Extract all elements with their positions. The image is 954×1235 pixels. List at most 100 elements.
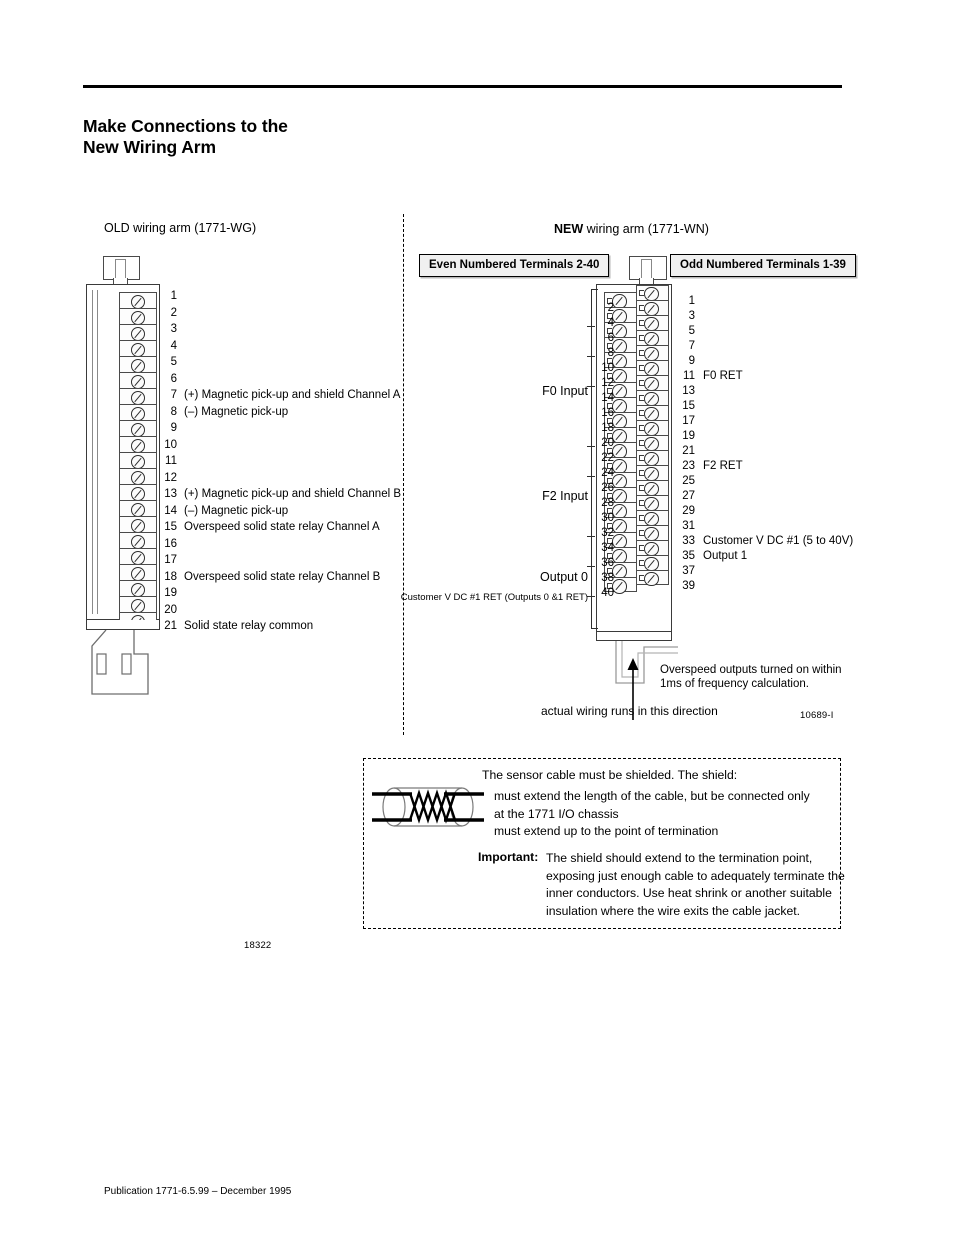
wire-clamp-icon — [638, 560, 644, 566]
terminal-number: 15 — [164, 521, 177, 533]
old-arm-terminal — [119, 420, 157, 437]
page-title-line2: New Wiring Arm — [83, 137, 216, 157]
wire-clamp-icon — [638, 485, 644, 491]
old-arm-terminal-list: 1 2 3 4 5 6 7 (+) Magnetic pick-up and shield C… — [160, 288, 401, 635]
terminal-label: F0 RET — [703, 370, 743, 382]
screw-icon — [131, 310, 145, 325]
wire-clamp-icon — [638, 335, 644, 341]
terminal-number: 1 — [688, 295, 695, 307]
old-arm-terminal-row: 6 — [160, 371, 401, 388]
screw-icon — [131, 454, 145, 469]
even-terminal-number: 28 — [601, 497, 614, 509]
terminal-number: 27 — [682, 490, 695, 502]
terminal-label: (–) Magnetic pick-up — [184, 405, 289, 418]
terminal-label: F2 RET — [703, 460, 743, 472]
note-bullet-list: must extend the length of the cable, but… — [494, 788, 810, 841]
screw-icon — [131, 326, 145, 341]
terminal-number: 12 — [164, 471, 177, 484]
terminal-number: 19 — [682, 430, 695, 442]
screw-icon — [131, 342, 145, 357]
wire-clamp-icon — [638, 305, 644, 311]
terminal-number: 2 — [170, 306, 177, 319]
terminal-number: 17 — [682, 415, 695, 427]
old-arm-terminal-row: 15 Overspeed solid state relay Channel A — [160, 519, 401, 536]
odd-terminal-row: 25 — [678, 474, 853, 489]
terminal-number: 6 — [170, 372, 177, 385]
note-important-line: inner conductors. Use heat shrink or ano… — [546, 886, 832, 900]
even-terminal-number: 30 — [601, 512, 614, 524]
wire-clamp-icon — [638, 455, 644, 461]
terminal-number: 5 — [688, 325, 695, 337]
terminal-number: 21 — [164, 620, 177, 632]
new-arm-odd-terminal — [636, 434, 669, 451]
terminal-label: (+) Magnetic pick-up and shield Channel … — [184, 488, 402, 500]
terminal-number: 3 — [170, 323, 177, 335]
odd-terminals-header: Odd Numbered Terminals 1-39 — [670, 254, 856, 277]
old-arm-cable-tail — [86, 630, 149, 695]
new-arm-odd-terminal — [636, 344, 669, 361]
terminal-number: 25 — [682, 475, 695, 487]
even-terminal-number: 6 — [607, 332, 614, 344]
old-arm-terminal-row: 3 — [160, 321, 401, 338]
terminal-number: 7 — [688, 340, 695, 352]
new-arm-odd-terminal — [636, 299, 669, 316]
even-terminal-number: 32 — [601, 527, 614, 539]
wire-clamp-icon — [638, 440, 644, 446]
terminal-label: Overspeed solid state relay Channel A — [184, 521, 380, 533]
odd-terminal-row: 29 — [678, 504, 853, 519]
wire-clamp-icon — [638, 380, 644, 386]
wire-clamp-icon — [638, 500, 644, 506]
new-arm-odd-terminal — [636, 359, 669, 376]
terminal-number: 7 — [170, 389, 177, 401]
terminal-number: 3 — [688, 310, 695, 322]
odd-terminal-row: 17 — [678, 414, 853, 429]
terminal-number: 37 — [682, 565, 695, 577]
odd-terminal-row: 31 — [678, 519, 853, 534]
wire-clamp-icon — [638, 350, 644, 356]
old-arm-terminal — [119, 516, 157, 533]
wire-clamp-icon — [638, 365, 644, 371]
old-arm-terminal — [119, 580, 157, 597]
odd-terminal-row: 19 — [678, 429, 853, 444]
terminal-number: 18 — [164, 570, 177, 583]
even-terminal-number: 20 — [601, 437, 614, 449]
even-terminal-number: 18 — [601, 422, 614, 434]
terminal-number: 5 — [170, 356, 177, 368]
old-arm-terminal-row: 7 (+) Magnetic pick-up and shield Channel… — [160, 387, 401, 404]
odd-terminal-row: 21 — [678, 444, 853, 459]
new-arm-odd-terminal — [636, 404, 669, 421]
wire-clamp-icon — [638, 410, 644, 416]
wiring-direction-annotation: actual wiring runs in this direction — [541, 704, 718, 718]
terminal-number: 15 — [682, 400, 695, 412]
terminal-number: 13 — [164, 488, 177, 500]
terminal-number: 10 — [164, 438, 177, 451]
terminal-number: 13 — [682, 385, 695, 397]
screw-icon — [131, 406, 145, 421]
even-terminal-number: 36 — [601, 557, 614, 569]
terminal-number: 17 — [164, 554, 177, 566]
odd-terminal-row: 7 — [678, 339, 853, 354]
terminal-number: 11 — [683, 370, 695, 382]
old-arm-terminal — [119, 436, 157, 453]
terminal-label: Customer V DC #1 (5 to 40V) — [703, 535, 854, 547]
page-title-line1: Make Connections to the — [83, 116, 288, 136]
wire-clamp-icon — [638, 575, 644, 581]
wire-clamp-icon — [638, 320, 644, 326]
group-label-customer-ret: Customer V DC #1 RET (Outputs 0 &1 RET) — [400, 592, 588, 603]
even-terminal-number: 4 — [607, 317, 614, 329]
odd-terminal-row: 23 F2 RET — [678, 459, 853, 474]
screw-icon — [131, 534, 145, 549]
new-arm-odd-terminal — [636, 509, 669, 526]
screw-icon — [131, 294, 145, 309]
even-terminals-header: Even Numbered Terminals 2-40 — [419, 254, 610, 277]
old-arm-terminal-row: 2 — [160, 305, 401, 322]
odd-terminal-row: 15 — [678, 399, 853, 414]
screw-icon — [131, 518, 145, 533]
page-footer: Publication 1771-6.5.99 – December 1995 — [104, 1186, 292, 1197]
terminal-number: 33 — [682, 535, 695, 547]
new-arm-odd-terminal — [636, 554, 669, 571]
terminal-number: 8 — [170, 405, 177, 418]
old-arm-terminal — [119, 596, 157, 613]
diagram-divider — [403, 214, 404, 735]
screw-icon — [644, 571, 659, 586]
